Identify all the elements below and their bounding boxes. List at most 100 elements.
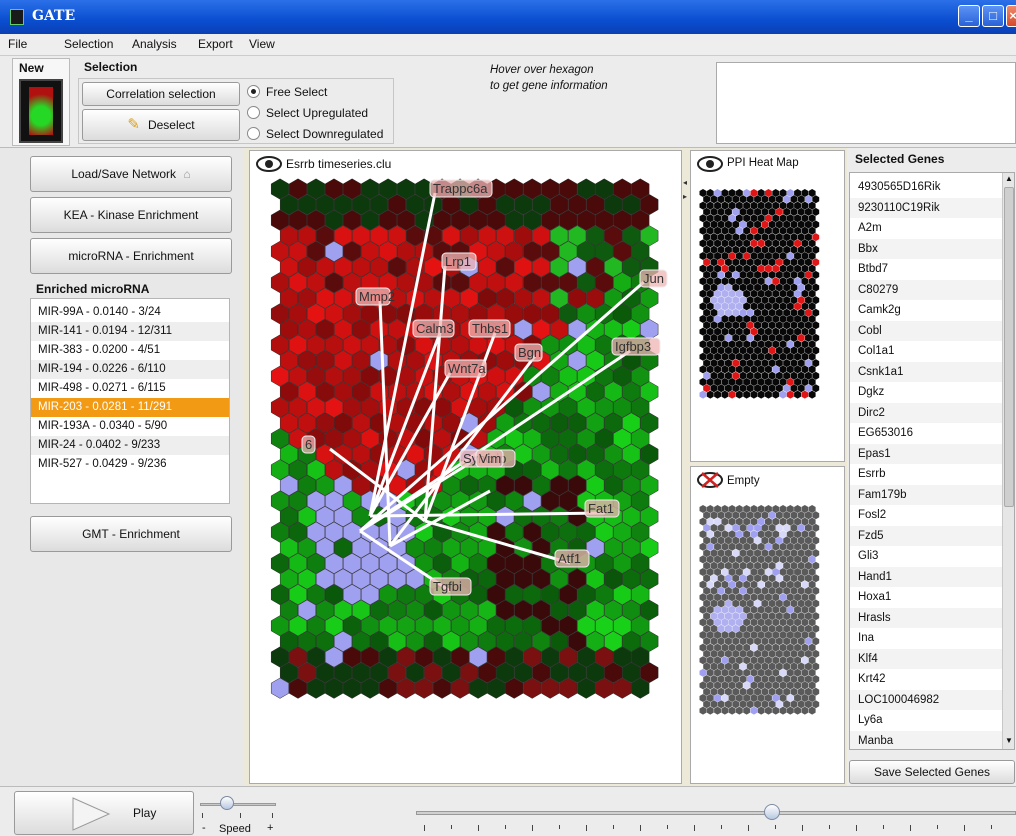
hexagon-cell[interactable] xyxy=(725,233,732,242)
hexagon-cell[interactable] xyxy=(765,618,772,627)
hexagon-cell[interactable] xyxy=(757,352,765,361)
hexagon-cell[interactable] xyxy=(710,549,718,558)
hexagon-cell[interactable] xyxy=(699,555,707,564)
hexagon-cell[interactable] xyxy=(812,308,820,317)
hexagon-cell[interactable] xyxy=(739,637,747,646)
hexagon-cell[interactable] xyxy=(768,624,776,633)
hexagon-cell[interactable] xyxy=(699,706,707,715)
hexagon-cell[interactable] xyxy=(706,668,714,677)
hexagon-cell[interactable] xyxy=(717,296,725,305)
hexagon-cell[interactable] xyxy=(805,270,812,279)
hexagon-cell[interactable] xyxy=(786,542,794,551)
hexagon-cell[interactable] xyxy=(779,618,787,627)
hexagon-cell[interactable] xyxy=(728,327,736,336)
hexagon-cell[interactable] xyxy=(772,605,780,614)
selected-gene-item[interactable]: Csnk1a1 xyxy=(850,361,1010,383)
hexagon-cell[interactable] xyxy=(805,662,812,671)
hexagon-cell[interactable] xyxy=(797,523,805,532)
hexagon-cell[interactable] xyxy=(714,378,721,386)
hexagon-cell[interactable] xyxy=(772,668,780,677)
hexagon-cell[interactable] xyxy=(772,252,780,260)
hexagon-cell[interactable] xyxy=(710,599,718,608)
hexagon-cell[interactable] xyxy=(725,687,732,696)
hexagon-cell[interactable] xyxy=(714,340,721,349)
hexagon-cell[interactable] xyxy=(746,624,754,633)
hexagon-cell[interactable] xyxy=(739,511,747,520)
hexagon-cell[interactable] xyxy=(710,624,718,633)
hexagon-cell[interactable] xyxy=(761,321,769,330)
hexagon-cell[interactable] xyxy=(732,511,740,520)
hexagon-cell[interactable] xyxy=(797,195,805,204)
hexagon-cell[interactable] xyxy=(768,561,776,570)
hexagon-cell[interactable] xyxy=(717,333,725,342)
hexagon-cell[interactable] xyxy=(761,637,769,646)
selected-gene-item[interactable]: Ly6a xyxy=(850,710,1010,732)
hexagon-cell[interactable] xyxy=(772,555,780,564)
hexagon-cell[interactable] xyxy=(706,643,714,652)
hexagon-cell[interactable] xyxy=(703,612,711,621)
hexagon-cell[interactable] xyxy=(779,542,787,551)
hexagon-cell[interactable] xyxy=(743,681,751,690)
hexagon-cell[interactable] xyxy=(728,593,736,602)
hexagon-cell[interactable] xyxy=(786,656,794,665)
hexagon-cell[interactable] xyxy=(812,207,820,216)
hexagon-cell[interactable] xyxy=(739,195,747,204)
hexagon-cell[interactable] xyxy=(783,321,791,330)
radio-select-downregulated[interactable] xyxy=(247,127,260,140)
hexagon-cell[interactable] xyxy=(735,302,743,311)
hexagon-cell[interactable] xyxy=(790,649,798,658)
hexagon-cell[interactable] xyxy=(761,649,769,658)
hexagon-cell[interactable] xyxy=(725,574,732,583)
hexagon-cell[interactable] xyxy=(721,681,729,690)
hexagon-cell[interactable] xyxy=(703,561,711,570)
hexagon-cell[interactable] xyxy=(757,605,765,614)
hexagon-cell[interactable] xyxy=(725,270,732,279)
hexagon-cell[interactable] xyxy=(765,201,772,210)
hexagon-cell[interactable] xyxy=(765,517,772,526)
gmt-enrichment-button[interactable]: GMT - Enrichment xyxy=(30,516,232,552)
hexagon-cell[interactable] xyxy=(717,359,725,368)
hexagon-cell[interactable] xyxy=(717,346,725,355)
hexagon-cell[interactable] xyxy=(765,668,772,677)
hexagon-cell[interactable] xyxy=(732,599,740,608)
hexagon-cell[interactable] xyxy=(743,189,751,197)
hexagon-cell[interactable] xyxy=(768,649,776,658)
hexagon-cell[interactable] xyxy=(761,549,769,558)
hexagon-cell[interactable] xyxy=(750,239,758,248)
hexagon-cell[interactable] xyxy=(768,687,776,696)
hexagon-cell[interactable] xyxy=(699,352,707,361)
hexagon-cell[interactable] xyxy=(783,687,791,696)
hexagon-cell[interactable] xyxy=(754,296,761,305)
hexagon-cell[interactable] xyxy=(699,605,707,614)
hexagon-cell[interactable] xyxy=(812,296,820,305)
hexagon-cell[interactable] xyxy=(706,656,714,665)
hexagon-cell[interactable] xyxy=(750,505,758,513)
hexagon-cell[interactable] xyxy=(721,517,729,526)
hexagon-cell[interactable] xyxy=(779,390,787,399)
hexagon-cell[interactable] xyxy=(794,580,801,589)
hexagon-cell[interactable] xyxy=(706,631,714,639)
hexagon-cell[interactable] xyxy=(783,586,791,595)
hexagon-cell[interactable] xyxy=(757,681,765,690)
hexagon-cell[interactable] xyxy=(710,662,718,671)
hexagon-cell[interactable] xyxy=(746,346,754,355)
hexagon-cell[interactable] xyxy=(739,321,747,330)
hexagon-cell[interactable] xyxy=(797,612,805,621)
hexagon-cell[interactable] xyxy=(768,549,776,558)
hexagon-cell[interactable] xyxy=(735,656,743,665)
hexagon-cell[interactable] xyxy=(754,662,761,671)
hexagon-cell[interactable] xyxy=(775,195,783,204)
hexagon-cell[interactable] xyxy=(735,352,743,361)
hexagon-cell[interactable] xyxy=(710,371,718,380)
hexagon-cell[interactable] xyxy=(779,656,787,665)
hexagon-cell[interactable] xyxy=(812,649,820,658)
hexagon-cell[interactable] xyxy=(710,245,718,254)
hexagon-cell[interactable] xyxy=(808,289,816,298)
minimize-button[interactable]: _ xyxy=(958,5,980,27)
hexagon-cell[interactable] xyxy=(801,239,809,248)
hexagon-cell[interactable] xyxy=(808,656,816,665)
hexagon-cell[interactable] xyxy=(779,289,787,298)
hexagon-cell[interactable] xyxy=(699,580,707,589)
hexagon-cell[interactable] xyxy=(757,505,765,513)
hexagon-cell[interactable] xyxy=(757,656,765,665)
